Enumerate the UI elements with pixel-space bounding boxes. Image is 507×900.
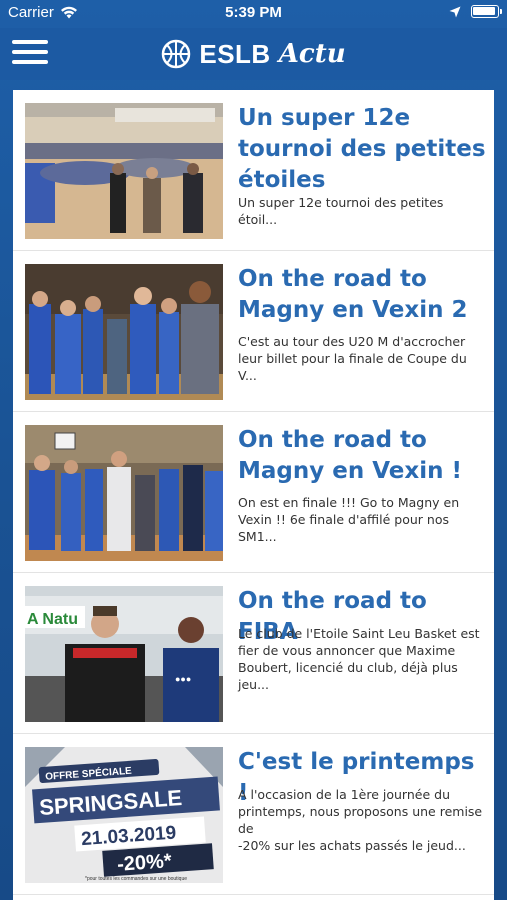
excerpt-line: Un super 12e tournoi des petites étoil..… [238, 195, 444, 227]
title-line: On the road to [238, 427, 427, 453]
svg-text:●●●: ●●● [175, 674, 191, 684]
app-logo: ESLB Actu [0, 36, 507, 72]
title-line: On the road to [238, 266, 427, 292]
article-thumbnail [25, 264, 223, 400]
title-line: tournoi des petites [238, 136, 486, 162]
clock: 5:39 PM [225, 4, 282, 21]
article-title[interactable]: On the road to Magny en Vexin 2 [238, 264, 486, 326]
excerpt-line: -20% sur les achats passés le jeud... [238, 838, 466, 853]
article-thumbnail: OFFRE SPÉCIALE SPRINGSALE 21.03.2019 -20… [25, 747, 223, 883]
article-excerpt: Le club de l'Etoile Saint Leu Basket est… [238, 625, 486, 693]
title-line: étoiles [238, 167, 326, 193]
excerpt-line: leur billet pour la finale de Coupe du V… [238, 351, 467, 383]
excerpt-line: C'est au tour des U20 M d'accrocher [238, 334, 466, 349]
title-line: Un super 12e [238, 105, 411, 131]
title-line: Magny en Vexin ! [238, 458, 462, 484]
banner-text: A Natu [27, 611, 78, 628]
brand-subtitle: Actu [278, 39, 346, 69]
article-excerpt: On est en finale !!! Go to Magny en Vexi… [238, 494, 486, 545]
article-item[interactable]: A Natu ●●● On the road to FIBA Le club d… [13, 573, 494, 734]
app-header: ESLB Actu [0, 28, 507, 80]
article-item[interactable]: On the road to Magny en Vexin 2 C'est au… [13, 251, 494, 412]
title-line: Magny en Vexin 2 [238, 297, 468, 323]
article-title[interactable]: On the road to Magny en Vexin ! [238, 425, 486, 487]
excerpt-line: Vexin !! 6e finale d'affilé pour nos SM1… [238, 512, 449, 544]
excerpt-line: Boubert, licencié du club, déjà plus jeu… [238, 660, 458, 692]
article-item[interactable]: Un super 12e tournoi des petites étoiles… [13, 90, 494, 251]
article-excerpt: C'est au tour des U20 M d'accrocher leur… [238, 333, 486, 384]
article-excerpt: Un super 12e tournoi des petites étoil..… [238, 194, 486, 228]
article-list: Un super 12e tournoi des petites étoiles… [13, 90, 494, 900]
promo-footnote: *pour toutes les commandes sur une bouti… [85, 876, 187, 882]
article-excerpt: A l'occasion de la 1ère journée du print… [238, 786, 486, 854]
excerpt-line: A l'occasion de la 1ère journée du [238, 787, 450, 802]
article-item[interactable]: On the road to Magny en Vexin ! On est e… [13, 412, 494, 573]
excerpt-line: printemps, nous proposons une remise de [238, 804, 483, 836]
article-item[interactable]: OFFRE SPÉCIALE SPRINGSALE 21.03.2019 -20… [13, 734, 494, 895]
article-thumbnail: A Natu ●●● [25, 586, 223, 722]
location-arrow-icon [449, 6, 461, 17]
article-thumbnail [25, 425, 223, 561]
excerpt-line: Le club de l'Etoile Saint Leu Basket est [238, 626, 480, 641]
article-title[interactable]: Un super 12e tournoi des petites étoiles [238, 103, 486, 196]
promo-discount: -20%* [116, 850, 172, 876]
battery-icon [471, 5, 502, 18]
basketball-logo-icon [162, 39, 191, 69]
brand-name: ESLB [199, 38, 271, 69]
article-thumbnail [25, 103, 223, 239]
excerpt-line: fier de vous annoncer que Maxime [238, 643, 456, 658]
status-bar: Carrier 5:39 PM [0, 0, 507, 28]
excerpt-line: On est en finale !!! Go to Magny en [238, 495, 460, 510]
